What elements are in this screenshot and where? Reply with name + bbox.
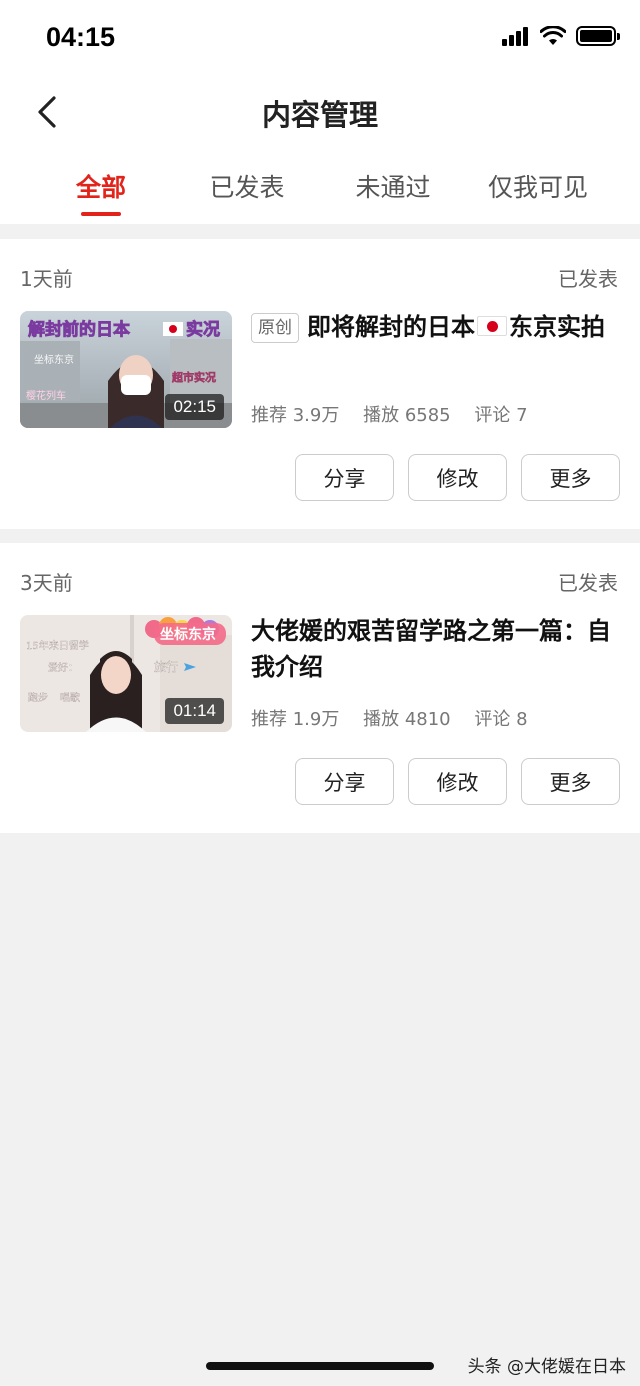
thumbnail-subtitle: 超市实况 [171,370,216,384]
thumbnail-left-text-2: 爱好： [48,661,78,674]
thumbnail-side-text: 坐标东京 [34,353,74,366]
more-button[interactable]: 更多 [521,758,620,805]
original-badge: 原创 [251,313,299,343]
post-card: 3天前 已发表 坐标东京 15年来日留学 爱好： 跑步 唱歌 旅行 01:14 [0,543,640,833]
video-stats: 推荐 3.9万 播放 6585 评论 7 [251,401,546,427]
top-bar: 04:15 内容管理 全部 已发表 未通过 仅我可见 [0,0,640,224]
tab-all[interactable]: 全部 [76,168,126,204]
play-count: 播放 6585 [363,405,451,426]
recommend-count: 推荐 3.9万 [251,405,340,426]
play-count: 播放 4810 [363,709,451,730]
post-status: 已发表 [558,267,618,291]
video-stats: 推荐 1.9万 播放 4810 评论 8 [251,705,546,731]
tab-bar: 全部 已发表 未通过 仅我可见 [0,168,640,224]
status-icons [502,26,620,46]
share-button[interactable]: 分享 [295,758,394,805]
comment-count: 评论 7 [474,405,528,426]
signal-icon [502,26,530,46]
home-indicator[interactable] [206,1362,434,1370]
active-tab-indicator [81,212,121,216]
video-title[interactable]: 原创 即将解封的日本 东京实拍 [251,309,611,345]
thumbnail-title-text-2: 实况 [186,319,220,340]
tab-rejected[interactable]: 未通过 [355,168,430,204]
japan-flag-icon [477,316,507,336]
video-thumbnail[interactable]: 解封前的日本 实况 超市实况 坐标东京 樱花列车 02:15 [20,311,232,428]
post-time: 3天前 [20,571,73,595]
thumbnail-left-text-1: 15年来日留学 [26,639,89,652]
video-title-text-2: 东京实拍 [509,313,605,341]
tab-published[interactable]: 已发表 [209,168,284,204]
thumbnail-side-text-2: 樱花列车 [26,389,66,402]
video-title[interactable]: 大佬媛的艰苦留学路之第一篇：自我介绍 [251,613,611,685]
edit-button[interactable]: 修改 [408,454,507,501]
thumbnail-title-text: 解封前的日本 [28,319,130,340]
post-card: 1天前 已发表 解封前的日本 实况 超市实况 坐标东京 樱花列车 02:15 原… [0,239,640,529]
comment-count: 评论 8 [474,709,528,730]
video-duration: 02:15 [165,394,224,420]
post-status: 已发表 [558,571,618,595]
post-time: 1天前 [20,267,73,291]
share-button[interactable]: 分享 [295,454,394,501]
wifi-icon [540,26,566,45]
video-thumbnail[interactable]: 坐标东京 15年来日留学 爱好： 跑步 唱歌 旅行 01:14 [20,615,232,732]
page-title: 内容管理 [261,98,378,132]
thumbnail-right-text: 旅行 [154,660,178,674]
thumbnail-badge-text: 坐标东京 [160,626,216,643]
tab-private[interactable]: 仅我可见 [488,168,588,204]
watermark: 头条 @大佬媛在日本 [467,1357,626,1377]
edit-button[interactable]: 修改 [408,758,507,805]
video-duration: 01:14 [165,698,224,724]
thumbnail-left-text-4: 唱歌 [60,691,80,704]
video-title-text: 即将解封的日本 [307,313,475,341]
thumbnail-left-text-3: 跑步 [28,691,48,704]
recommend-count: 推荐 1.9万 [251,709,340,730]
status-time: 04:15 [46,22,116,52]
more-button[interactable]: 更多 [521,454,620,501]
battery-icon [576,26,620,46]
